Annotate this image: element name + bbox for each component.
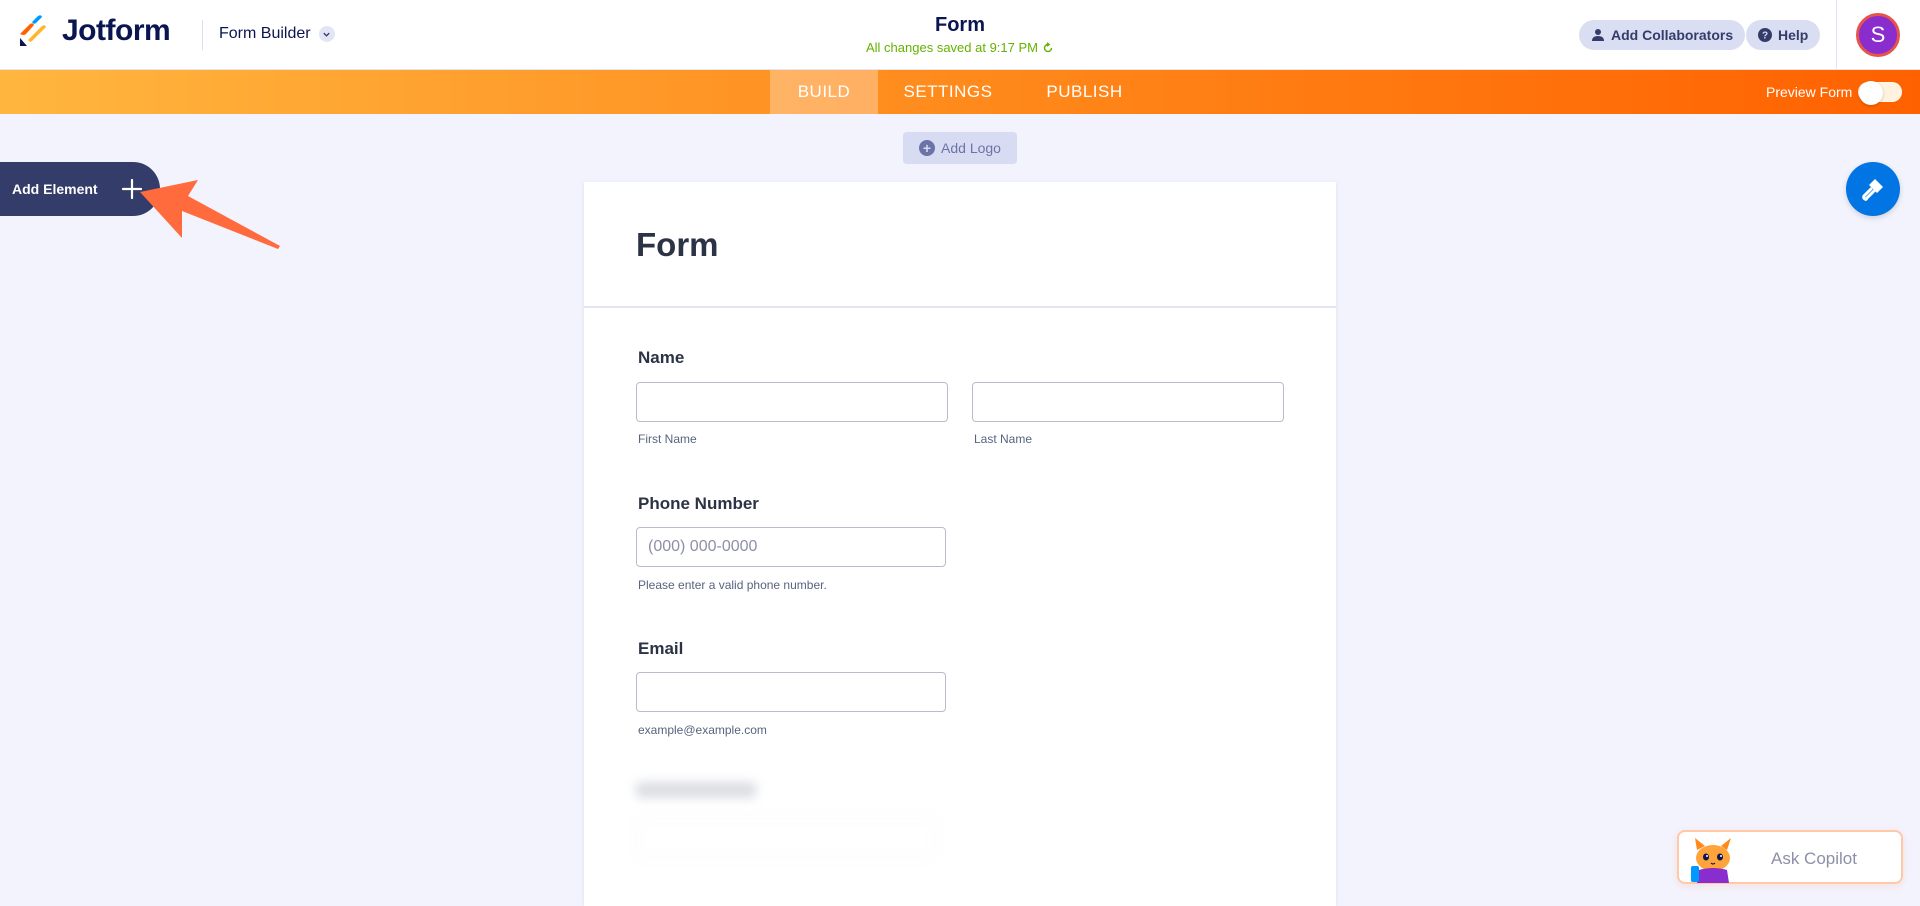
blurred-label: [636, 782, 756, 798]
form-title-area[interactable]: Form All changes saved at 9:17 PM: [760, 14, 1160, 55]
phone-sublabel: Please enter a valid phone number.: [638, 578, 827, 592]
divider: [1836, 0, 1837, 70]
name-label: Name: [638, 348, 685, 367]
last-name-input[interactable]: [972, 382, 1284, 422]
email-label: Email: [638, 639, 684, 658]
paint-roller-icon: [1862, 179, 1883, 201]
question-circle-icon: ?: [1758, 28, 1772, 42]
tab-publish[interactable]: PUBLISH: [1018, 70, 1151, 114]
save-status: All changes saved at 9:17 PM: [760, 40, 1160, 55]
add-element-label: Add Element: [12, 181, 98, 197]
copilot-cat-icon: [1691, 838, 1731, 883]
user-icon: [1592, 29, 1604, 41]
chevron-down-icon: [318, 26, 335, 42]
form-heading[interactable]: Form: [636, 226, 719, 264]
form-header-section[interactable]: Form: [584, 182, 1336, 308]
preview-form-label: Preview Form: [1766, 84, 1853, 100]
phone-input[interactable]: (000) 000-0000: [636, 527, 946, 567]
add-collaborators-label: Add Collaborators: [1611, 27, 1734, 43]
blurred-input: [636, 818, 936, 858]
ask-copilot-label: Ask Copilot: [1771, 849, 1857, 868]
email-input[interactable]: [636, 672, 946, 712]
builder-nav: BUILD SETTINGS PUBLISH Preview Form: [0, 70, 1920, 114]
user-avatar[interactable]: S: [1856, 13, 1900, 57]
last-name-sublabel: Last Name: [974, 432, 1033, 446]
tab-build[interactable]: BUILD: [770, 70, 878, 114]
form-designer-button[interactable]: [1846, 162, 1900, 216]
first-name-sublabel: First Name: [638, 432, 697, 446]
brand-name: Jotform: [62, 14, 171, 47]
loading-field-placeholder: [636, 782, 936, 882]
jotform-logo[interactable]: Jotform: [18, 14, 171, 48]
first-name-input[interactable]: [636, 382, 948, 422]
email-sublabel: example@example.com: [638, 723, 767, 737]
toggle-knob: [1859, 81, 1883, 105]
phone-placeholder: (000) 000-0000: [648, 538, 758, 555]
top-bar: Jotform Form Builder Form All changes sa…: [0, 0, 1920, 70]
add-logo-button[interactable]: + Add Logo: [903, 132, 1017, 164]
divider: [202, 20, 203, 50]
tab-settings[interactable]: SETTINGS: [878, 70, 1018, 114]
save-status-text: All changes saved at 9:17 PM: [866, 40, 1038, 55]
form-card: Form Name First Name Last Name Phone Num…: [584, 182, 1336, 906]
ask-copilot-button[interactable]: Ask Copilot: [1677, 830, 1903, 884]
add-element-button[interactable]: Add Element: [0, 162, 160, 216]
jotform-logo-icon: [20, 15, 46, 46]
form-builder-label: Form Builder: [219, 25, 311, 42]
svg-text:?: ?: [1762, 31, 1768, 42]
phone-label: Phone Number: [638, 494, 759, 513]
add-collaborators-button[interactable]: Add Collaborators: [1579, 20, 1746, 50]
header-form-title[interactable]: Form: [760, 14, 1160, 37]
pointer-arrow-icon: [140, 180, 280, 249]
preview-form-toggle[interactable]: [1858, 81, 1902, 105]
help-label: Help: [1778, 27, 1809, 43]
help-button[interactable]: ? Help: [1746, 20, 1821, 50]
plus-circle-icon: +: [919, 140, 936, 156]
form-builder-menu[interactable]: Form Builder: [219, 25, 335, 43]
add-logo-label: Add Logo: [941, 140, 1001, 156]
refresh-icon: [1043, 41, 1053, 52]
